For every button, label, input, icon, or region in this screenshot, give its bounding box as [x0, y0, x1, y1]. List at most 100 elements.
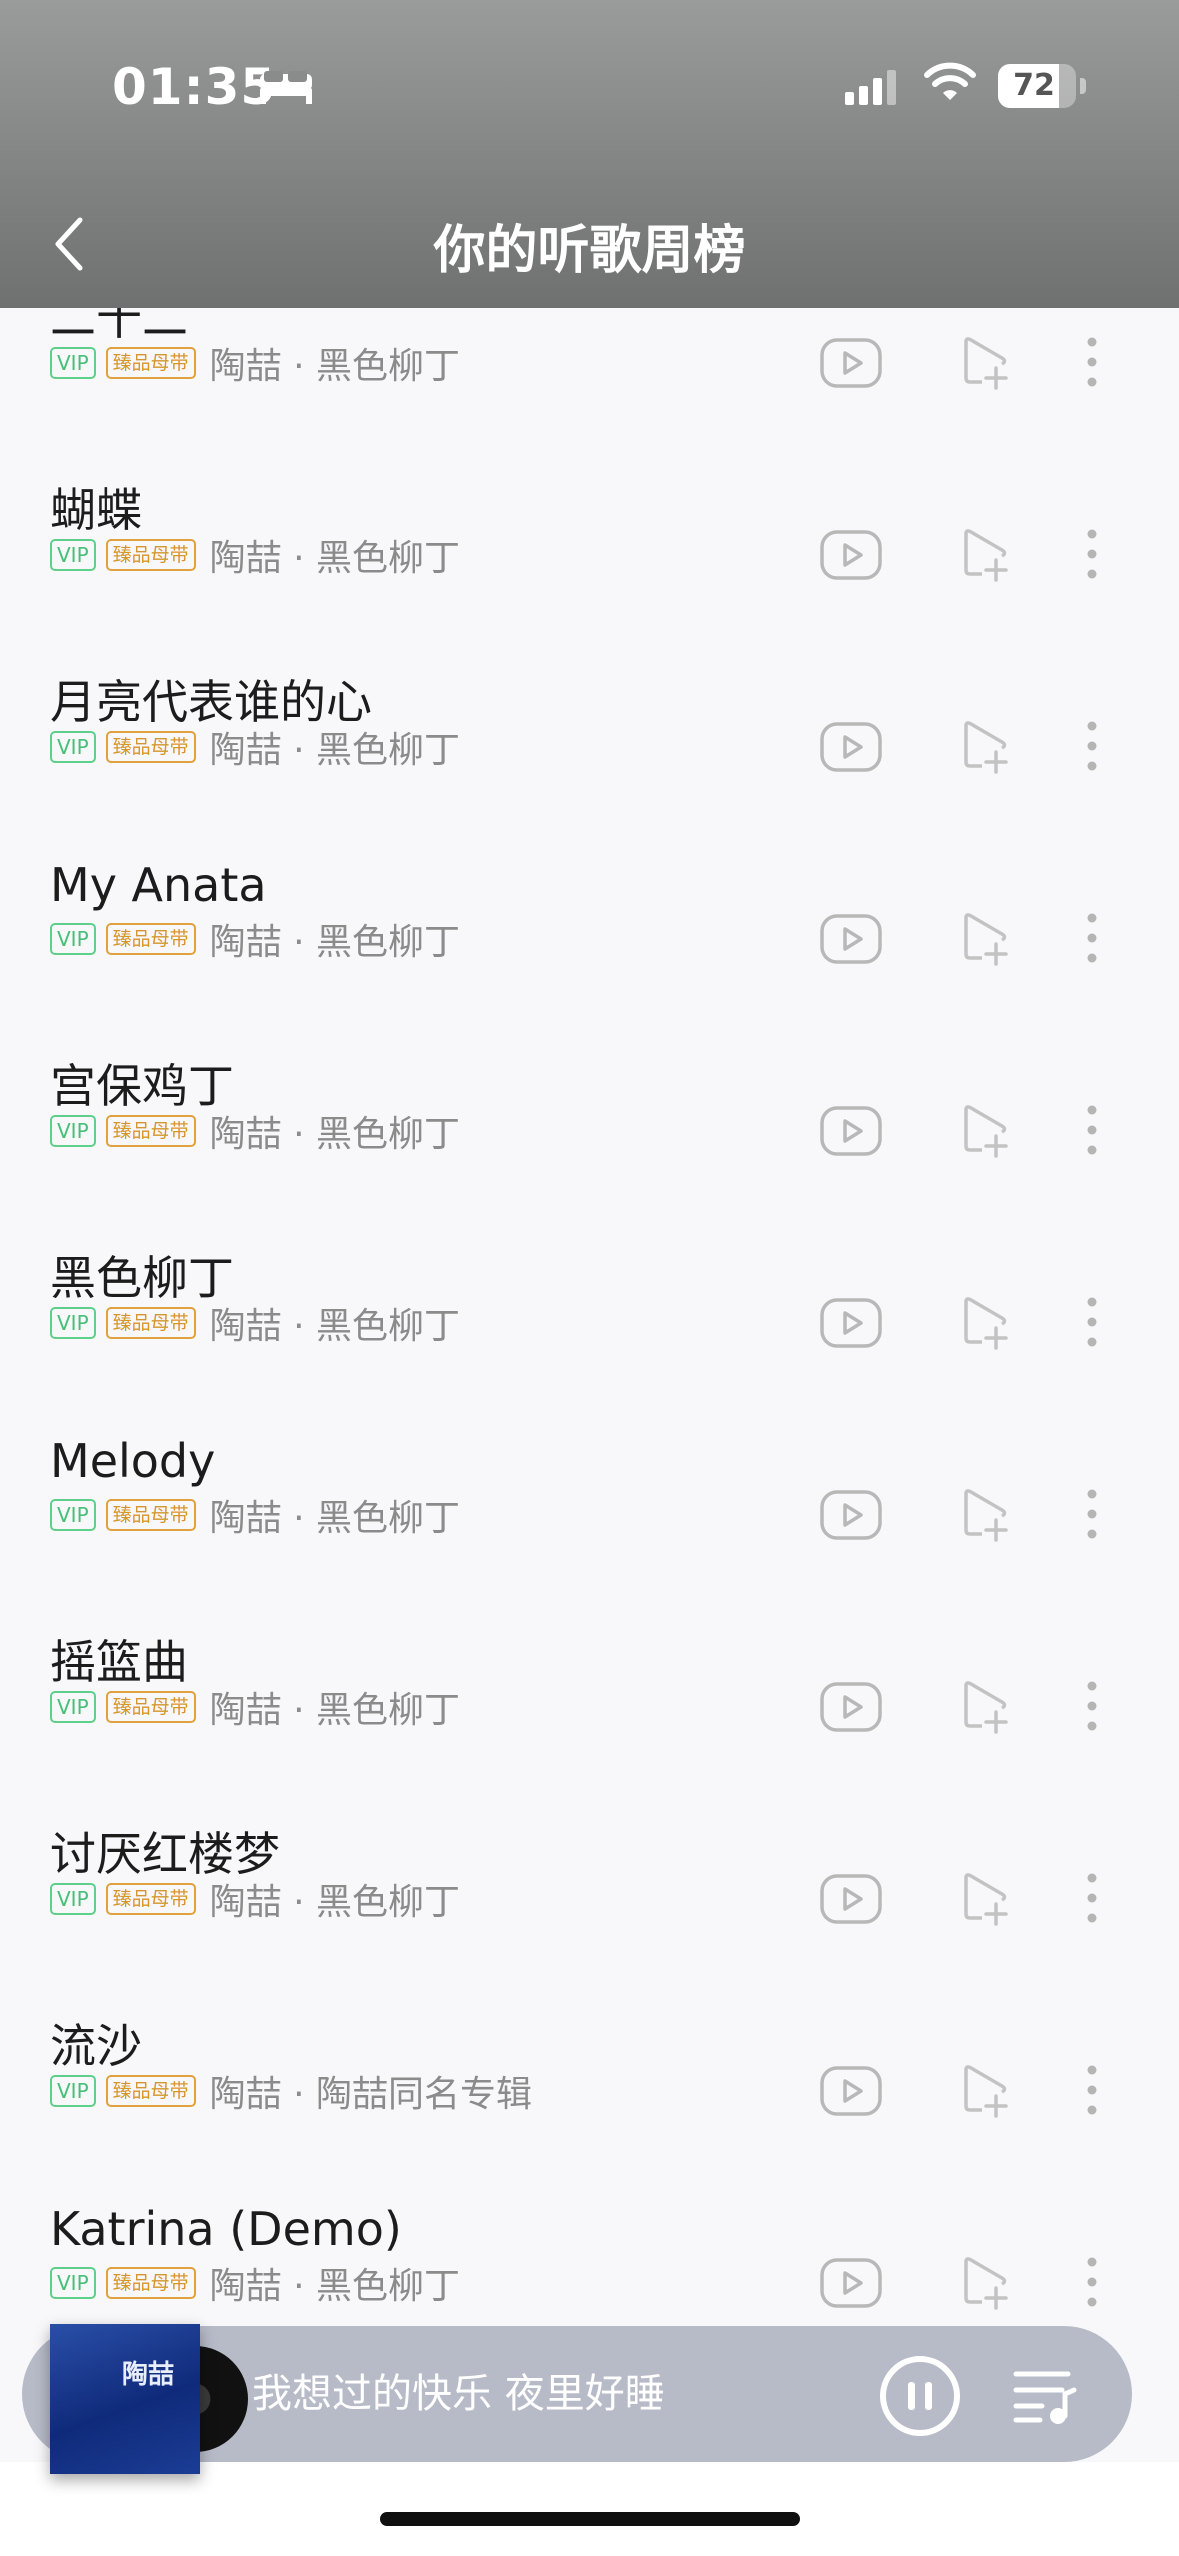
sleep-bed-icon — [260, 71, 312, 104]
song-row[interactable]: 流沙 VIP 臻品母带 陶喆 · 陶喆同名专辑 — [0, 2004, 1179, 2196]
bottom-safe-area — [0, 2462, 1179, 2556]
add-to-playlist-icon[interactable] — [962, 526, 1012, 582]
song-meta: VIP 臻品母带 陶喆 · 黑色柳丁 — [50, 1114, 460, 1155]
more-icon[interactable] — [1086, 1296, 1098, 1348]
add-to-playlist-icon[interactable] — [962, 1294, 1012, 1350]
song-artist-album: 陶喆 · 黑色柳丁 — [209, 730, 460, 771]
add-to-playlist-icon[interactable] — [962, 910, 1012, 966]
play-icon[interactable] — [820, 2066, 882, 2116]
more-icon[interactable] — [1086, 336, 1098, 388]
song-meta: VIP 臻品母带 陶喆 · 黑色柳丁 — [50, 922, 460, 963]
vip-badge: VIP — [50, 1307, 96, 1339]
play-icon[interactable] — [820, 338, 882, 388]
battery-indicator: 72 — [998, 64, 1076, 108]
master-tape-badge: 臻品母带 — [105, 731, 196, 763]
add-to-playlist-icon[interactable] — [962, 2062, 1012, 2118]
play-icon[interactable] — [820, 530, 882, 580]
song-list: 二十二 VIP 臻品母带 陶喆 · 黑色柳丁 蝴蝶 VIP 臻品母带 陶喆 · … — [0, 308, 1179, 2328]
song-artist-album: 陶喆 · 黑色柳丁 — [209, 2266, 460, 2307]
cellular-signal-icon — [845, 70, 896, 105]
playlist-icon[interactable] — [1012, 2366, 1080, 2426]
master-tape-badge: 臻品母带 — [105, 1691, 196, 1723]
now-playing-title[interactable]: 我想过的快乐 夜里好睡 — [252, 2326, 665, 2462]
song-artist-album: 陶喆 · 黑色柳丁 — [209, 538, 460, 579]
master-tape-badge: 臻品母带 — [105, 347, 196, 379]
vip-badge: VIP — [50, 539, 96, 571]
play-icon[interactable] — [820, 914, 882, 964]
more-icon[interactable] — [1086, 912, 1098, 964]
battery-level: 72 — [1013, 68, 1055, 103]
more-icon[interactable] — [1086, 2064, 1098, 2116]
album-cover-text: 陶喆 — [122, 2360, 175, 2390]
song-artist-album: 陶喆 · 黑色柳丁 — [209, 1690, 460, 1731]
add-to-playlist-icon[interactable] — [962, 334, 1012, 390]
song-row[interactable]: 讨厌红楼梦 VIP 臻品母带 陶喆 · 黑色柳丁 — [0, 1812, 1179, 2004]
song-row[interactable]: Melody VIP 臻品母带 陶喆 · 黑色柳丁 — [0, 1428, 1179, 1620]
more-icon[interactable] — [1086, 528, 1098, 580]
song-row[interactable]: 摇篮曲 VIP 臻品母带 陶喆 · 黑色柳丁 — [0, 1620, 1179, 1812]
add-to-playlist-icon[interactable] — [962, 1678, 1012, 1734]
song-row[interactable]: Katrina (Demo) VIP 臻品母带 陶喆 · 黑色柳丁 — [0, 2196, 1179, 2328]
vip-badge: VIP — [50, 1115, 96, 1147]
play-icon[interactable] — [820, 1490, 882, 1540]
vip-badge: VIP — [50, 923, 96, 955]
add-to-playlist-icon[interactable] — [962, 2254, 1012, 2310]
album-cover[interactable]: 陶喆 — [50, 2324, 200, 2474]
more-icon[interactable] — [1086, 2256, 1098, 2308]
song-title: 蝴蝶 — [50, 483, 142, 537]
song-artist-album: 陶喆 · 陶喆同名专辑 — [209, 2074, 532, 2115]
song-title: 二十二 — [50, 308, 188, 345]
song-title: My Anata — [50, 858, 267, 912]
status-time: 01:35 — [112, 58, 277, 116]
play-icon[interactable] — [820, 1874, 882, 1924]
master-tape-badge: 臻品母带 — [105, 2267, 196, 2299]
song-artist-album: 陶喆 · 黑色柳丁 — [209, 1114, 460, 1155]
vip-badge: VIP — [50, 2075, 96, 2107]
song-title: Katrina (Demo) — [50, 2202, 402, 2256]
play-icon[interactable] — [820, 2258, 882, 2308]
song-artist-album: 陶喆 · 黑色柳丁 — [209, 922, 460, 963]
page-title: 你的听歌周榜 — [433, 221, 746, 281]
vip-badge: VIP — [50, 1883, 96, 1915]
more-icon[interactable] — [1086, 720, 1098, 772]
add-to-playlist-icon[interactable] — [962, 1870, 1012, 1926]
vip-badge: VIP — [50, 1691, 96, 1723]
more-icon[interactable] — [1086, 1488, 1098, 1540]
song-meta: VIP 臻品母带 陶喆 · 黑色柳丁 — [50, 1882, 460, 1923]
master-tape-badge: 臻品母带 — [105, 1115, 196, 1147]
song-meta: VIP 臻品母带 陶喆 · 陶喆同名专辑 — [50, 2074, 532, 2115]
mini-player[interactable]: 陶喆 我想过的快乐 夜里好睡 — [22, 2324, 1132, 2474]
song-title: 流沙 — [50, 2019, 142, 2073]
master-tape-badge: 臻品母带 — [105, 1307, 196, 1339]
master-tape-badge: 臻品母带 — [105, 923, 196, 955]
more-icon[interactable] — [1086, 1104, 1098, 1156]
more-icon[interactable] — [1086, 1680, 1098, 1732]
song-title: 摇篮曲 — [50, 1635, 188, 1689]
song-row[interactable]: 二十二 VIP 臻品母带 陶喆 · 黑色柳丁 — [0, 308, 1179, 468]
song-meta: VIP 臻品母带 陶喆 · 黑色柳丁 — [50, 730, 460, 771]
add-to-playlist-icon[interactable] — [962, 718, 1012, 774]
pause-icon[interactable] — [878, 2354, 962, 2438]
song-title: Melody — [50, 1434, 216, 1488]
add-to-playlist-icon[interactable] — [962, 1486, 1012, 1542]
song-row[interactable]: 蝴蝶 VIP 臻品母带 陶喆 · 黑色柳丁 — [0, 468, 1179, 660]
play-icon[interactable] — [820, 722, 882, 772]
song-meta: VIP 臻品母带 陶喆 · 黑色柳丁 — [50, 1690, 460, 1731]
master-tape-badge: 臻品母带 — [105, 1883, 196, 1915]
home-indicator[interactable] — [380, 2512, 800, 2526]
play-icon[interactable] — [820, 1106, 882, 1156]
more-icon[interactable] — [1086, 1872, 1098, 1924]
song-meta: VIP 臻品母带 陶喆 · 黑色柳丁 — [50, 1498, 460, 1539]
song-row[interactable]: 宫保鸡丁 VIP 臻品母带 陶喆 · 黑色柳丁 — [0, 1044, 1179, 1236]
master-tape-badge: 臻品母带 — [105, 539, 196, 571]
song-title: 黑色柳丁 — [50, 1251, 234, 1305]
vip-badge: VIP — [50, 731, 96, 763]
play-icon[interactable] — [820, 1682, 882, 1732]
add-to-playlist-icon[interactable] — [962, 1102, 1012, 1158]
song-row[interactable]: My Anata VIP 臻品母带 陶喆 · 黑色柳丁 — [0, 852, 1179, 1044]
vip-badge: VIP — [50, 2267, 96, 2299]
play-icon[interactable] — [820, 1298, 882, 1348]
song-row[interactable]: 月亮代表谁的心 VIP 臻品母带 陶喆 · 黑色柳丁 — [0, 660, 1179, 852]
song-row[interactable]: 黑色柳丁 VIP 臻品母带 陶喆 · 黑色柳丁 — [0, 1236, 1179, 1428]
song-artist-album: 陶喆 · 黑色柳丁 — [209, 1882, 460, 1923]
